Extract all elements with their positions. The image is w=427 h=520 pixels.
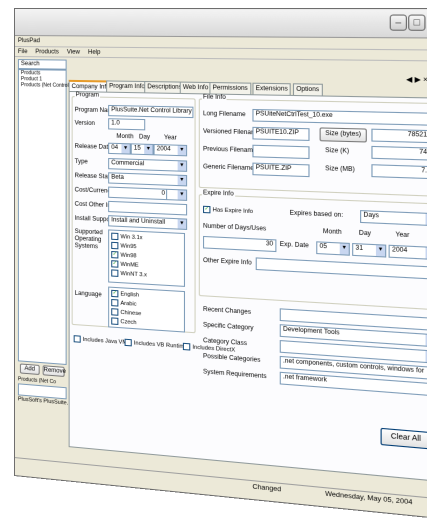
month-label: Month (116, 133, 134, 141)
language-checkbox[interactable]: Chinese (111, 308, 141, 317)
os-checkbox[interactable]: Win 3.1x (111, 232, 143, 242)
clear-all-button[interactable]: Clear All (380, 427, 427, 450)
minimize-icon[interactable]: – (389, 14, 407, 31)
exp-month-select[interactable]: 05 (316, 241, 350, 256)
checkbox-icon (111, 241, 119, 250)
screenshot-scene: – □ × PlusPad File Products View Help Se… (0, 0, 427, 520)
release-date-label: Release Date (74, 143, 112, 151)
remove-button[interactable]: Remove (42, 365, 66, 377)
checkbox-checked-icon: ✓ (203, 205, 211, 214)
tab-extensions[interactable]: Extensions (252, 82, 292, 95)
previous-filename-field[interactable] (252, 144, 310, 160)
size-bytes-button[interactable]: Size (bytes) (319, 127, 367, 143)
checkbox-checked-icon: ✓ (111, 260, 119, 268)
menu-products[interactable]: Products (32, 47, 62, 57)
title-bar[interactable]: – □ × (14, 9, 427, 39)
checkbox-checked-icon: ✓ (111, 250, 119, 259)
exp-year-select[interactable]: 2004 (388, 244, 427, 261)
language-checkbox[interactable]: Czech (111, 317, 137, 326)
application-window: – □ × PlusPad File Products View Help Se… (14, 8, 427, 520)
language-checkbox[interactable]: Arabic (111, 298, 137, 308)
checkbox-icon (111, 269, 119, 277)
program-info-panel: Program Program Name PlusSuite.Net Contr… (68, 90, 427, 483)
checkbox-icon (111, 308, 119, 316)
exp-date-label: Exp. Date (279, 241, 309, 250)
system-requirements-label: System Requirements (203, 369, 267, 381)
os-checkbox[interactable]: ✓ Win98 (111, 250, 137, 259)
expire-info-title: Expire Info (201, 190, 235, 198)
os-list[interactable]: Win 3.1x Win95 ✓ Win98 ✓ WinME WinNT 3.x (108, 229, 186, 287)
release-month-select[interactable]: 04 (108, 142, 131, 155)
checkbox-icon (111, 298, 119, 307)
list-item[interactable]: Products (Net Control Library) (19, 82, 87, 89)
checkbox-icon (111, 317, 119, 325)
checkbox-icon (124, 338, 132, 347)
size-mb-field: 7.47 (371, 164, 427, 180)
checkbox-icon (73, 335, 81, 343)
version-label: Version (74, 120, 95, 128)
product-list[interactable]: Products Product 1 Products (Net Control… (17, 69, 87, 366)
os-checkbox[interactable]: ✓ WinME (111, 260, 139, 269)
tab-options[interactable]: Options (292, 83, 323, 96)
os-checkbox[interactable]: Win95 (111, 241, 137, 250)
tab-program-info[interactable]: Program Info (106, 80, 149, 93)
os-checkbox[interactable]: WinNT 3.x (111, 269, 147, 278)
size-bytes-field: 7852152 (371, 128, 427, 144)
exp-year-label: Year (395, 232, 410, 240)
versioned-filename-field[interactable]: PSUITE10.ZIP (252, 126, 310, 141)
possible-categories-label: Possible Categories (203, 353, 261, 364)
exp-month-label: Month (322, 228, 342, 237)
status-state: Changed (252, 483, 282, 494)
recent-changes-label: Recent Changes (203, 306, 252, 316)
cost-field[interactable]: 0 (108, 186, 169, 201)
checkbox-icon (111, 232, 119, 241)
vb-runtime-checkbox[interactable]: Includes VB Runtime (124, 338, 187, 351)
supported-os-label: Supported Operating Systems (74, 228, 103, 251)
generic-filename-field[interactable]: PSUITE.ZIP (252, 162, 310, 178)
maximize-icon[interactable]: □ (408, 14, 426, 31)
java-vm-checkbox[interactable]: Includes Java VM (73, 335, 127, 346)
size-k-label: Size (K) (325, 147, 350, 155)
tab-web-info[interactable]: Web Info (179, 81, 212, 94)
program-group-title: Program (74, 92, 101, 99)
menu-file[interactable]: File (15, 47, 30, 57)
add-button[interactable]: Add (19, 363, 40, 376)
exp-day-select[interactable]: 31 (352, 242, 387, 258)
menu-view[interactable]: View (64, 47, 83, 57)
checkbox-icon (182, 342, 191, 351)
language-checkbox[interactable]: ✓ English (111, 289, 139, 299)
exp-day-label: Day (358, 230, 372, 238)
checkbox-checked-icon: ✓ (111, 289, 119, 298)
tab-permissions[interactable]: Permissions (209, 81, 252, 95)
size-k-field: 7473 (371, 145, 427, 161)
day-label: Day (139, 134, 151, 141)
menu-items: File Products View Help (14, 47, 427, 62)
app-title: PlusPad (17, 38, 41, 45)
size-mb-label: Size (MB) (325, 165, 355, 174)
currency-select[interactable] (166, 188, 188, 201)
version-field[interactable]: 1.0 (108, 118, 146, 131)
specific-category-label: Specific Category (203, 322, 254, 332)
type-label: Type (74, 158, 88, 166)
status-date: Wednesday, May 05, 2004 (325, 490, 413, 507)
long-filename-label: Long Filename (203, 111, 246, 119)
program-name-field[interactable]: PlusSuite.Net Control Library (108, 104, 194, 119)
menu-help[interactable]: Help (85, 48, 104, 58)
release-day-select[interactable]: 15 (130, 143, 154, 156)
tab-scroll-icon[interactable]: ◀ ▶ × (406, 75, 427, 84)
search-input[interactable]: Search (17, 59, 67, 70)
language-list[interactable]: ✓ English Arabic Chinese Czech (108, 286, 186, 333)
file-info-title: File Info (201, 94, 227, 102)
release-year-select[interactable]: 2004 (153, 143, 188, 157)
year-label: Year (163, 134, 177, 142)
